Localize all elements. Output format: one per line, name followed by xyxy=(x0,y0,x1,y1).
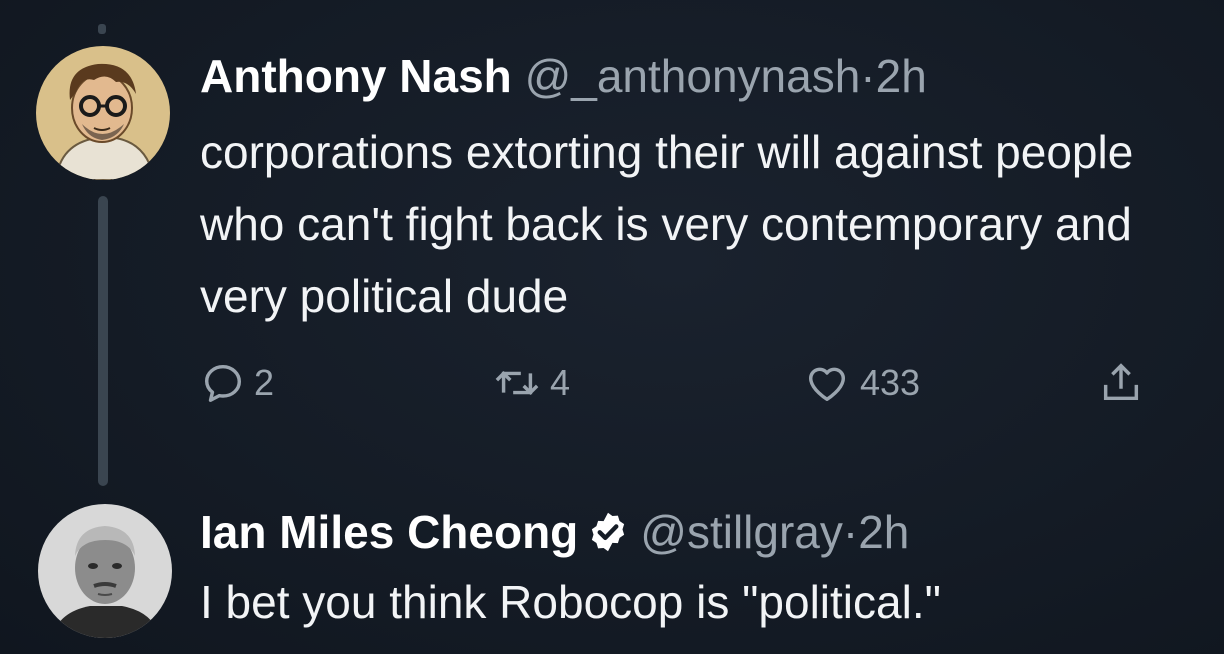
reply-icon xyxy=(204,364,242,402)
header-separator: · xyxy=(842,506,859,558)
tweet-timestamp[interactable]: 2h xyxy=(876,50,927,102)
share-icon xyxy=(1103,363,1139,401)
author-handle[interactable]: @stillgray xyxy=(640,506,843,558)
retweet-button[interactable]: 4 xyxy=(492,360,570,406)
cartoon-avatar-icon xyxy=(36,46,170,180)
like-button[interactable]: 433 xyxy=(802,360,920,406)
tweet-body: I bet you think Robocop is "political." xyxy=(200,576,941,628)
tweet-header: Anthony Nash @_anthonynash·2h xyxy=(200,50,927,102)
tweet-body: corporations extorting their will agains… xyxy=(200,126,1134,322)
author-handle[interactable]: @_anthonynash xyxy=(525,50,861,102)
tweet-timestamp[interactable]: 2h xyxy=(858,506,909,558)
heart-icon xyxy=(808,367,846,402)
retweet-icon xyxy=(495,370,539,396)
like-count: 433 xyxy=(860,362,921,403)
avatar-ian-miles-cheong[interactable] xyxy=(38,504,172,638)
tweet-thread: Anthony Nash @_anthonynash·2h corporatio… xyxy=(0,0,1224,654)
author-name[interactable]: Ian Miles Cheong xyxy=(200,506,578,558)
tweet-header: Ian Miles Cheong @stillgray·2h xyxy=(200,506,909,564)
share-button[interactable] xyxy=(1098,360,1152,406)
photo-avatar-icon xyxy=(38,504,172,638)
header-separator: · xyxy=(860,50,876,102)
reply-count: 2 xyxy=(254,362,275,403)
verified-badge-icon xyxy=(586,510,630,564)
reply-button[interactable]: 2 xyxy=(200,360,274,406)
avatar-anthony-nash[interactable] xyxy=(36,46,170,180)
tweet-actions: 2 4 433 xyxy=(200,360,1180,420)
thread-connector-top xyxy=(98,24,106,34)
thread-connector-line xyxy=(98,196,108,486)
retweet-count: 4 xyxy=(550,362,571,403)
author-name[interactable]: Anthony Nash xyxy=(200,50,512,102)
